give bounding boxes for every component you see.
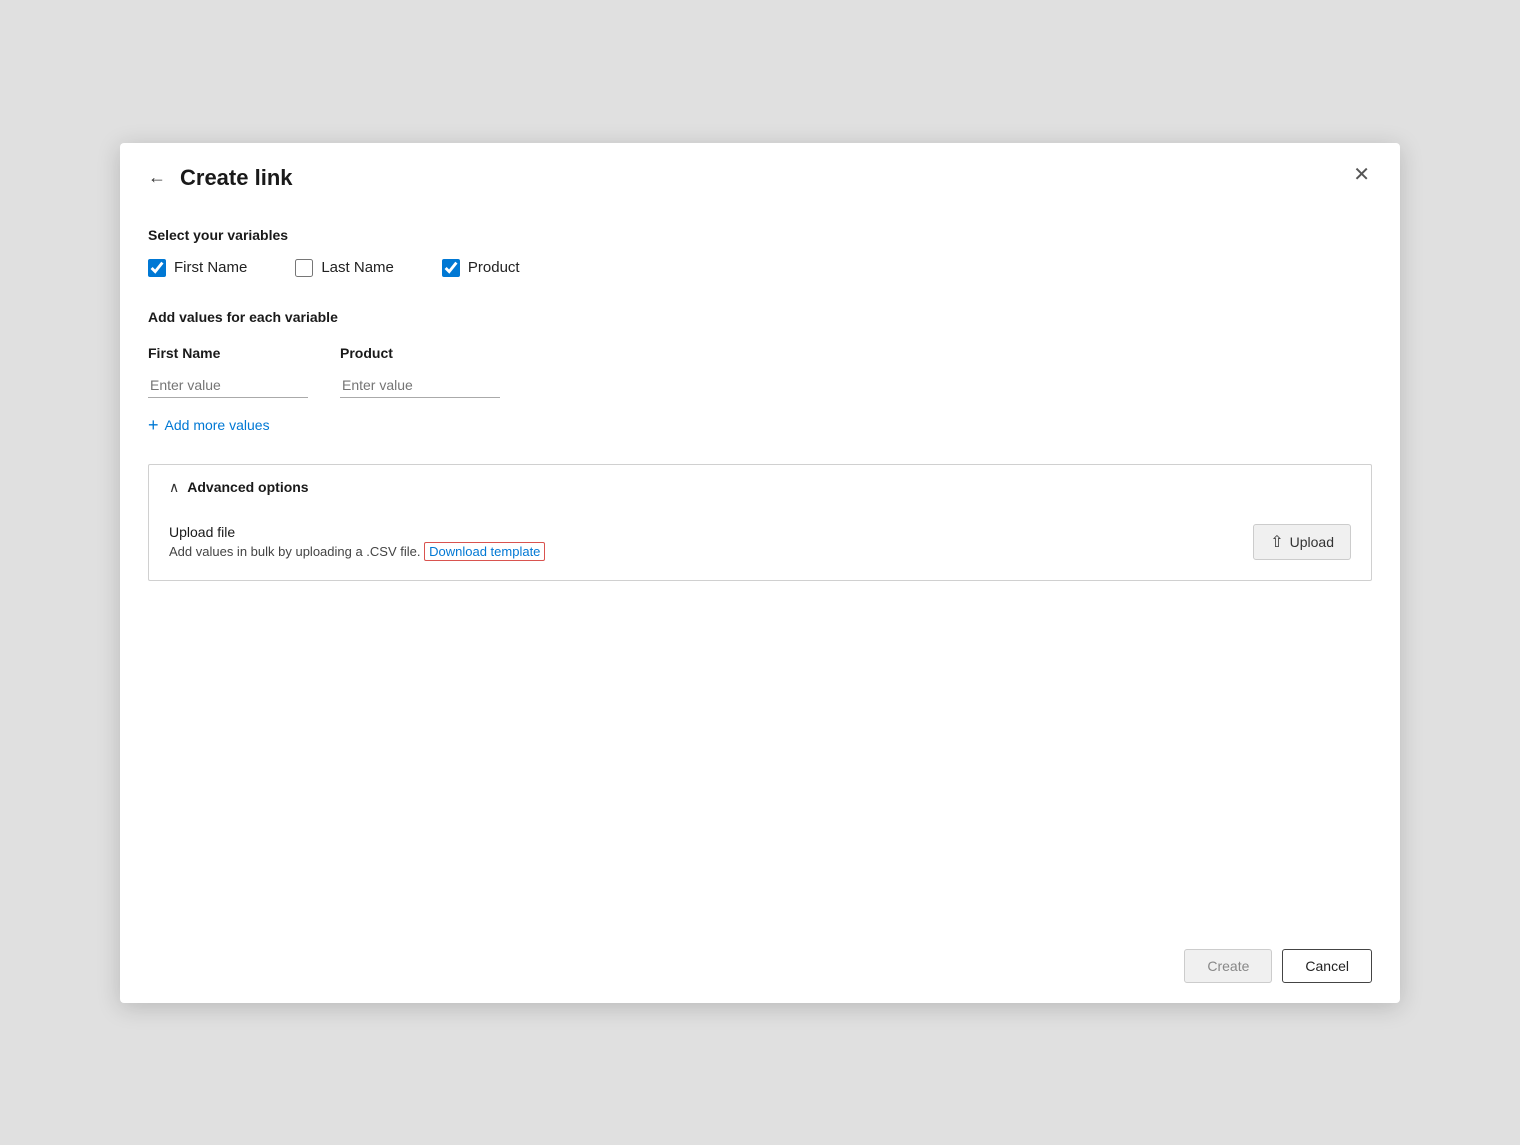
checkbox-item-first-name[interactable]: First Name (148, 259, 247, 277)
product-value-input[interactable] (340, 373, 500, 398)
values-columns-header: First Name Product (148, 345, 1372, 361)
last-name-label: Last Name (321, 259, 394, 276)
dialog-body: Select your variables First Name Last Na… (120, 207, 1400, 933)
checkbox-item-last-name[interactable]: Last Name (295, 259, 394, 277)
variables-section-label: Select your variables (148, 227, 1372, 243)
upload-button-label: Upload (1290, 534, 1334, 550)
upload-arrow-icon: ⇧ (1270, 532, 1283, 552)
create-button[interactable]: Create (1184, 949, 1272, 983)
dialog-footer: Create Cancel (120, 933, 1400, 1003)
plus-icon: + (148, 416, 159, 434)
advanced-options-body: Upload file Add values in bulk by upload… (149, 510, 1371, 580)
close-icon: ✕ (1353, 164, 1370, 186)
advanced-options-title: Advanced options (187, 479, 308, 495)
advanced-section: ∧ Advanced options Upload file Add value… (148, 464, 1372, 581)
values-input-row (148, 373, 1372, 398)
checkbox-first-name[interactable] (148, 259, 166, 277)
variables-row: First Name Last Name Product (148, 259, 1372, 277)
upload-desc-text: Add values in bulk by uploading a .CSV f… (169, 544, 421, 559)
col-header-first-name: First Name (148, 345, 308, 361)
first-name-value-input[interactable] (148, 373, 308, 398)
values-section: Add values for each variable First Name … (148, 309, 1372, 436)
add-more-values-button[interactable]: + Add more values (148, 414, 270, 436)
upload-info: Upload file Add values in bulk by upload… (169, 524, 1253, 559)
col-header-product: Product (340, 345, 500, 361)
upload-description: Add values in bulk by uploading a .CSV f… (169, 544, 1253, 559)
cancel-button[interactable]: Cancel (1282, 949, 1372, 983)
chevron-up-icon: ∧ (169, 479, 179, 496)
back-arrow-icon: ← (148, 167, 166, 188)
dialog-header: ← Create link ✕ (120, 143, 1400, 207)
back-button[interactable]: ← (144, 165, 170, 190)
first-name-label: First Name (174, 259, 247, 276)
product-label: Product (468, 259, 520, 276)
checkbox-item-product[interactable]: Product (442, 259, 520, 277)
advanced-options-toggle[interactable]: ∧ Advanced options (149, 465, 1371, 510)
add-more-label: Add more values (165, 417, 270, 433)
values-section-label: Add values for each variable (148, 309, 1372, 325)
close-button[interactable]: ✕ (1347, 163, 1376, 187)
checkbox-last-name[interactable] (295, 259, 313, 277)
dialog-title: Create link (180, 165, 293, 191)
create-link-dialog: ← Create link ✕ Select your variables Fi… (120, 143, 1400, 1003)
upload-button[interactable]: ⇧ Upload (1253, 524, 1351, 560)
download-template-link[interactable]: Download template (424, 542, 545, 561)
checkbox-product[interactable] (442, 259, 460, 277)
upload-file-title: Upload file (169, 524, 1253, 540)
